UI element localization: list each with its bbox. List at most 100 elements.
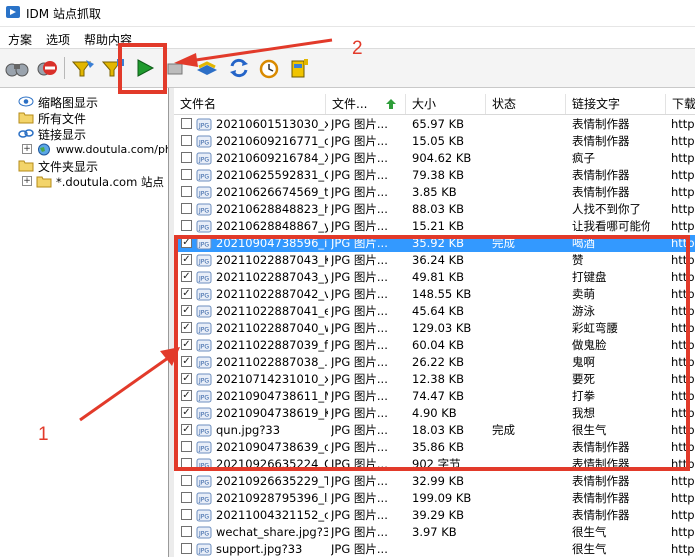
filter-next-icon[interactable] [100,55,126,81]
play-icon[interactable] [132,55,158,81]
stop-sign-icon[interactable] [34,55,60,81]
menu-help[interactable]: 帮助内容 [84,31,132,48]
row-checkbox[interactable]: ✓ [181,356,192,367]
filter-icon[interactable] [70,55,96,81]
row-checkbox[interactable]: ✓ [181,288,192,299]
table-row[interactable]: ✓ JPG 20210904738596_i... JPG 图片... 35.92 KB… [174,235,695,252]
table-row[interactable]: ✓ JPG 20210714231010_x...JPG 图片... 12.38 KB… [174,371,695,388]
row-checkbox[interactable] [181,169,192,180]
cell-filetype: JPG 图片... [331,287,388,301]
svg-text:JPG: JPG [198,157,209,164]
cell-status [492,218,570,235]
row-checkbox[interactable] [181,220,192,231]
cell-filename: 20210926635229_T... [216,474,328,488]
column-download[interactable]: 下载 [666,94,695,114]
table-row[interactable]: ✓ JPG 20211022887041_e...JPG 图片... 45.64 KB… [174,303,695,320]
column-status[interactable]: 状态 [486,94,566,114]
taxi-icon[interactable] [286,55,312,81]
table-row[interactable]: ✓ JPG 20211022887042_v...JPG 图片... 148.55 K… [174,286,695,303]
table-row[interactable]: ✓ JPG 20210904738611_N...JPG 图片... 74.47 KB… [174,388,695,405]
table-row[interactable]: JPG 20210926635229_T...JPG 图片... 32.99 KB 表… [174,473,695,490]
table-row[interactable]: JPG wechat_share.jpg?33 JPG 图片... 3.97 KB 很生… [174,524,695,541]
cell-filename: 20210601513030_xl... [216,117,328,131]
row-checkbox[interactable]: ✓ [181,305,192,316]
table-row[interactable]: ✓ JPG 20211022887039_f... JPG 图片... 60.04 KB… [174,337,695,354]
cell-download-url: http: [671,253,695,267]
row-checkbox[interactable]: ✓ [181,407,192,418]
row-checkbox[interactable] [181,492,192,503]
table-row[interactable]: ✓ JPG 20211022887040_w...JPG 图片... 129.03 K… [174,320,695,337]
row-checkbox[interactable]: ✓ [181,339,192,350]
menu-options[interactable]: 选项 [46,31,70,48]
column-filetype[interactable]: 文件... [326,94,406,114]
column-size[interactable]: 大小 [406,94,486,114]
row-checkbox[interactable] [181,509,192,520]
table-row[interactable]: JPG 20210601513030_xl...JPG 图片... 65.97 KB… [174,116,695,133]
row-checkbox[interactable] [181,203,192,214]
row-checkbox[interactable] [181,186,192,197]
row-checkbox[interactable] [181,441,192,452]
cell-download-url: http: [671,321,695,335]
expand-toggle[interactable]: + [22,176,32,186]
cell-status: 完成 [492,423,515,437]
cell-size: 74.47 KB [412,389,465,403]
row-checkbox[interactable]: ✓ [181,254,192,265]
row-checkbox[interactable] [181,152,192,163]
svg-text:JPG: JPG [198,429,209,436]
cell-filename: 20210904738619_K... [216,406,328,420]
menu-scheme[interactable]: 方案 [8,31,32,48]
row-checkbox[interactable]: ✓ [181,271,192,282]
row-checkbox[interactable] [181,475,192,486]
table-row[interactable]: JPG support.jpg?33 JPG 图片... 很生气 http: [174,541,695,557]
table-row[interactable]: ✓ JPG 20210904738619_K...JPG 图片... 4.90 KB 我… [174,405,695,422]
title-bar: IDM 站点抓取 [0,0,695,27]
jpg-file-icon: JPG [196,458,212,471]
link-icon [18,129,34,138]
row-checkbox[interactable] [181,526,192,537]
cell-download-url: http: [671,474,695,488]
cell-download-url: http: [671,525,695,539]
cell-size: 35.92 KB [412,236,465,250]
cell-link-text: 人找不到你了 [572,202,641,216]
svg-text:JPG: JPG [198,361,209,368]
table-row[interactable]: JPG 20211004321152_c...JPG 图片... 39.29 KB 表… [174,507,695,524]
svg-text:JPG: JPG [198,344,209,351]
table-row[interactable]: JPG 20210904738639_q...JPG 图片... 35.86 KB 表… [174,439,695,456]
table-row[interactable]: JPG 20210628848867_y... JPG 图片... 15.21 KB 让… [174,218,695,235]
table-row[interactable]: JPG 20210926635224_Q...JPG 图片... 902 字节 表情制… [174,456,695,473]
row-checkbox[interactable]: ✓ [181,322,192,333]
earth-icon [38,143,50,156]
row-checkbox[interactable] [181,135,192,146]
row-checkbox[interactable] [181,543,192,554]
table-row[interactable]: ✓ JPG 20211022887038_... JPG 图片... 26.22 KB 鬼… [174,354,695,371]
table-row[interactable]: JPG 20210928795396_lZ...JPG 图片... 199.09 K… [174,490,695,507]
svg-text:JPG: JPG [198,497,209,504]
binoculars-icon[interactable] [4,55,30,81]
table-row[interactable]: JPG 20210626674569_t... JPG 图片... 3.85 KB 表情… [174,184,695,201]
column-filename[interactable]: 文件名 [174,94,326,114]
table-row[interactable]: ✓ JPG 20211022887043_y... JPG 图片... 49.81 KB… [174,269,695,286]
row-checkbox[interactable] [181,118,192,129]
expand-toggle[interactable]: + [22,144,32,154]
cell-status [492,456,570,473]
queue-icon[interactable] [194,55,220,81]
table-row[interactable]: ✓ JPG qun.jpg?33 JPG 图片... 18.03 KB 完成 很生气 http… [174,422,695,439]
toolbar [0,49,695,88]
row-checkbox[interactable]: ✓ [181,237,192,248]
table-row[interactable]: JPG 20210625592831_O...JPG 图片... 79.38 KB 表… [174,167,695,184]
table-row[interactable]: ✓ JPG 20211022887043_K...JPG 图片... 36.24 KB… [174,252,695,269]
column-link-text[interactable]: 链接文字 [566,94,666,114]
row-checkbox[interactable]: ✓ [181,424,192,435]
cell-size: 39.29 KB [412,508,465,522]
table-row[interactable]: JPG 20210609216784_X...JPG 图片... 904.62 KB… [174,150,695,167]
row-checkbox[interactable] [181,458,192,469]
cell-link-text: 表情制作器 [572,457,630,471]
row-checkbox[interactable]: ✓ [181,390,192,401]
row-checkbox[interactable]: ✓ [181,373,192,384]
cell-filetype: JPG 图片... [331,321,388,335]
table-row[interactable]: JPG 20210609216771_ol...JPG 图片... 15.05 KB… [174,133,695,150]
stop-flat-icon[interactable] [164,55,190,81]
table-row[interactable]: JPG 20210628848823_h...JPG 图片... 88.03 KB 人… [174,201,695,218]
refresh-icon[interactable] [226,55,252,81]
alarm-clock-icon[interactable] [256,55,282,81]
